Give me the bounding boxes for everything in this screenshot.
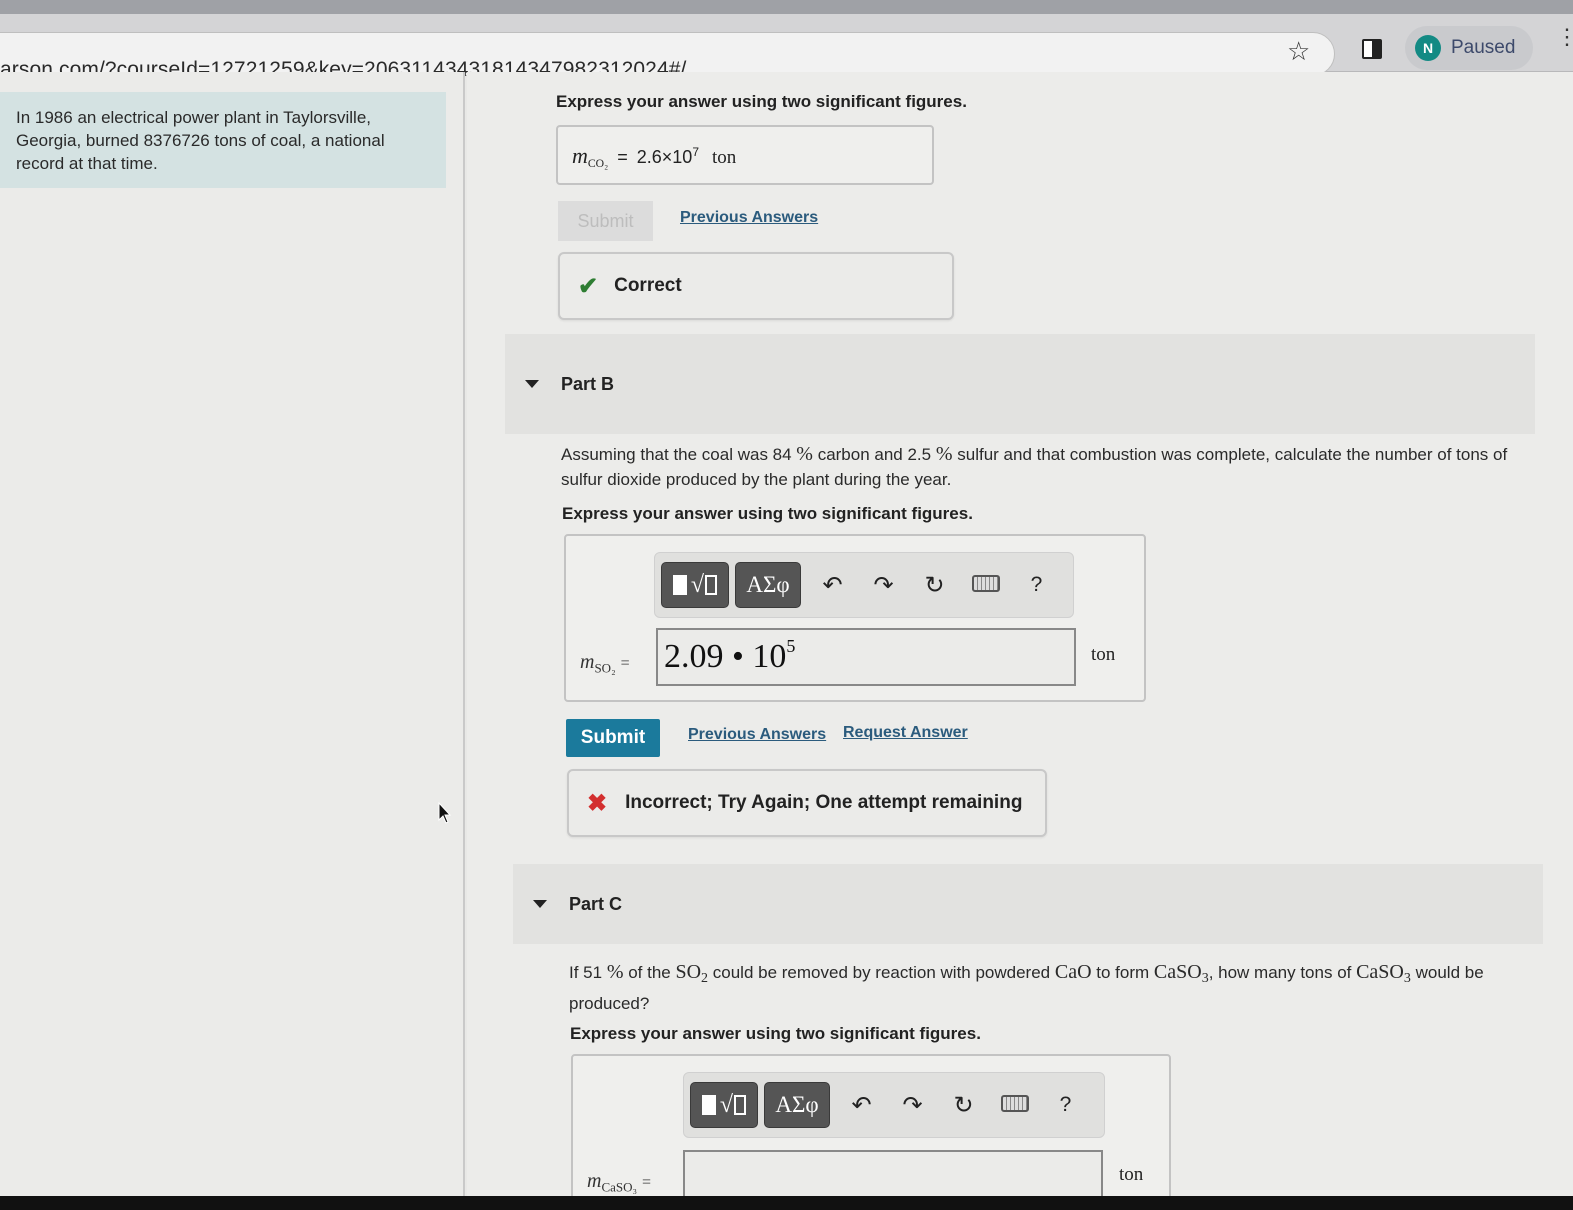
answer-value: 2.6×10 — [636, 147, 693, 167]
bookmark-star-icon[interactable]: ☆ — [1287, 36, 1310, 67]
keyboard-icon[interactable] — [960, 571, 1011, 599]
screen-bezel — [0, 1196, 1573, 1210]
feedback-text: Incorrect; Try Again; One attempt remain… — [625, 792, 1023, 813]
chem-formula: SO — [675, 961, 702, 983]
input-exponent: 5 — [786, 636, 796, 656]
percent-sign: % — [606, 961, 624, 983]
templates-button[interactable]: √ — [661, 562, 729, 608]
chemical-caso3: CaSO3 — [1356, 961, 1411, 987]
mouse-cursor-icon — [438, 802, 452, 824]
part-b-submit-button[interactable]: Submit — [566, 719, 660, 757]
answer-variable-subscript: CaSO₃ — [601, 1179, 638, 1195]
chem-subscript: 3 — [1403, 971, 1411, 987]
question-text: Assuming that the coal was 84 — [561, 445, 797, 464]
chem-subscript: 2 — [701, 971, 709, 987]
browser-toolbar: arson.com/?courseId=12721259&key=2063114… — [0, 14, 1573, 81]
greek-symbols-button[interactable]: ΑΣφ — [764, 1082, 830, 1128]
part-b-answer-area: √ ΑΣφ ↶ ↷ ↻ ? mSO₂ = 2.09 • 10 5 ton — [564, 534, 1146, 702]
caret-down-icon — [525, 380, 539, 388]
answer-variable: m — [572, 143, 588, 168]
question-pane: Express your answer using two significan… — [467, 72, 1573, 1210]
question-text: If 51 — [569, 963, 607, 982]
redo-icon[interactable]: ↷ — [887, 1091, 938, 1120]
part-b-question: Assuming that the coal was 84 % carbon a… — [561, 442, 1511, 492]
reset-icon[interactable]: ↻ — [938, 1091, 989, 1120]
part-a-feedback-correct: ✔ Correct — [558, 252, 954, 320]
answer-variable-subscript: CO₂ — [587, 157, 609, 171]
checkmark-icon: ✔ — [578, 272, 599, 300]
answer-unit: ton — [712, 147, 737, 168]
template-block-icon — [672, 575, 687, 595]
side-panel-icon[interactable] — [1362, 39, 1382, 59]
percent-sign: % — [796, 443, 813, 465]
undo-icon[interactable]: ↶ — [836, 1091, 887, 1120]
templates-button[interactable]: √ — [690, 1082, 758, 1128]
profile-status: Paused — [1451, 37, 1516, 58]
template-box-icon — [705, 575, 718, 595]
part-a-submit-button[interactable]: Submit — [558, 201, 653, 241]
keyboard-icon[interactable] — [989, 1091, 1040, 1119]
question-text: carbon and 2.5 — [812, 445, 936, 464]
chem-formula: CaSO — [1356, 961, 1404, 983]
chem-formula: CaSO — [1153, 961, 1202, 983]
part-b-feedback-incorrect: ✖ Incorrect; Try Again; One attempt rema… — [567, 769, 1047, 837]
chemical-cao: CaO — [1054, 961, 1092, 983]
equals-sign: = — [642, 1174, 652, 1191]
undo-icon[interactable]: ↶ — [807, 571, 858, 600]
greek-symbols-button[interactable]: ΑΣφ — [735, 562, 801, 608]
part-b-title: Part B — [561, 373, 615, 394]
browser-menu-icon[interactable]: ⋮ — [1556, 26, 1573, 48]
part-b-answer-label: mSO₂ = — [580, 651, 630, 677]
reset-icon[interactable]: ↻ — [909, 571, 960, 600]
template-block-icon — [701, 1095, 716, 1115]
avatar: N — [1415, 35, 1441, 61]
part-c-answer-area: √ ΑΣφ ↶ ↷ ↻ ? mCaSO₃ = ton — [571, 1054, 1171, 1210]
feedback-text: Correct — [614, 275, 682, 296]
equals-sign: = — [617, 147, 628, 167]
chemical-caso3: CaSO3 — [1153, 961, 1209, 987]
caret-down-icon — [533, 900, 547, 908]
chemical-so2: SO2 — [675, 961, 709, 987]
input-value: 2.09 • 10 — [664, 638, 787, 675]
answer-exponent: 7 — [692, 145, 699, 159]
answer-variable: m — [580, 651, 595, 673]
part-c-header[interactable]: Part C — [513, 864, 1543, 944]
math-toolbar: √ ΑΣφ ↶ ↷ ↻ ? — [654, 552, 1074, 618]
root-template-icon: √ — [690, 571, 705, 598]
part-a-instruction: Express your answer using two significan… — [556, 92, 967, 111]
part-c-instruction: Express your answer using two significan… — [570, 1024, 981, 1043]
help-button[interactable]: ? — [1040, 1093, 1091, 1117]
math-toolbar: √ ΑΣφ ↶ ↷ ↻ ? — [683, 1072, 1105, 1138]
profile-button[interactable]: N Paused — [1405, 26, 1533, 70]
part-c-unit: ton — [1119, 1164, 1144, 1185]
part-c-title: Part C — [569, 893, 623, 914]
question-text: of the — [623, 963, 676, 982]
part-b-header[interactable]: Part B — [505, 334, 1535, 434]
problem-intro: In 1986 an electrical power plant in Tay… — [0, 92, 446, 188]
part-b-request-answer-link[interactable]: Request Answer — [843, 724, 968, 742]
part-a-answer-display: mCO₂ = 2.6×107 ton — [556, 125, 934, 185]
root-template-icon: √ — [719, 1091, 734, 1118]
part-b-instruction: Express your answer using two significan… — [562, 504, 973, 523]
answer-variable: m — [587, 1170, 602, 1192]
help-button[interactable]: ? — [1011, 573, 1062, 597]
intro-pane: In 1986 an electrical power plant in Tay… — [0, 72, 465, 1210]
redo-icon[interactable]: ↷ — [858, 571, 909, 600]
part-b-unit: ton — [1091, 644, 1116, 665]
part-b-answer-input[interactable]: 2.09 • 10 5 — [656, 628, 1076, 686]
chem-subscript: 3 — [1201, 971, 1209, 987]
part-c-question: If 51 % of the SO2 could be removed by r… — [569, 960, 1549, 1016]
template-box-icon — [734, 1095, 747, 1115]
x-mark-icon: ✖ — [587, 789, 608, 817]
answer-variable-subscript: SO₂ — [594, 660, 616, 676]
question-text: to form — [1091, 963, 1154, 982]
question-text: , how many tons of — [1208, 963, 1357, 982]
percent-sign: % — [935, 443, 953, 465]
part-b-previous-answers-link[interactable]: Previous Answers — [688, 726, 826, 744]
part-c-answer-label: mCaSO₃ = — [587, 1170, 651, 1196]
part-a-previous-answers-link[interactable]: Previous Answers — [680, 209, 818, 227]
equals-sign: = — [620, 655, 630, 672]
question-text: could be removed by reaction with powder… — [708, 963, 1055, 982]
